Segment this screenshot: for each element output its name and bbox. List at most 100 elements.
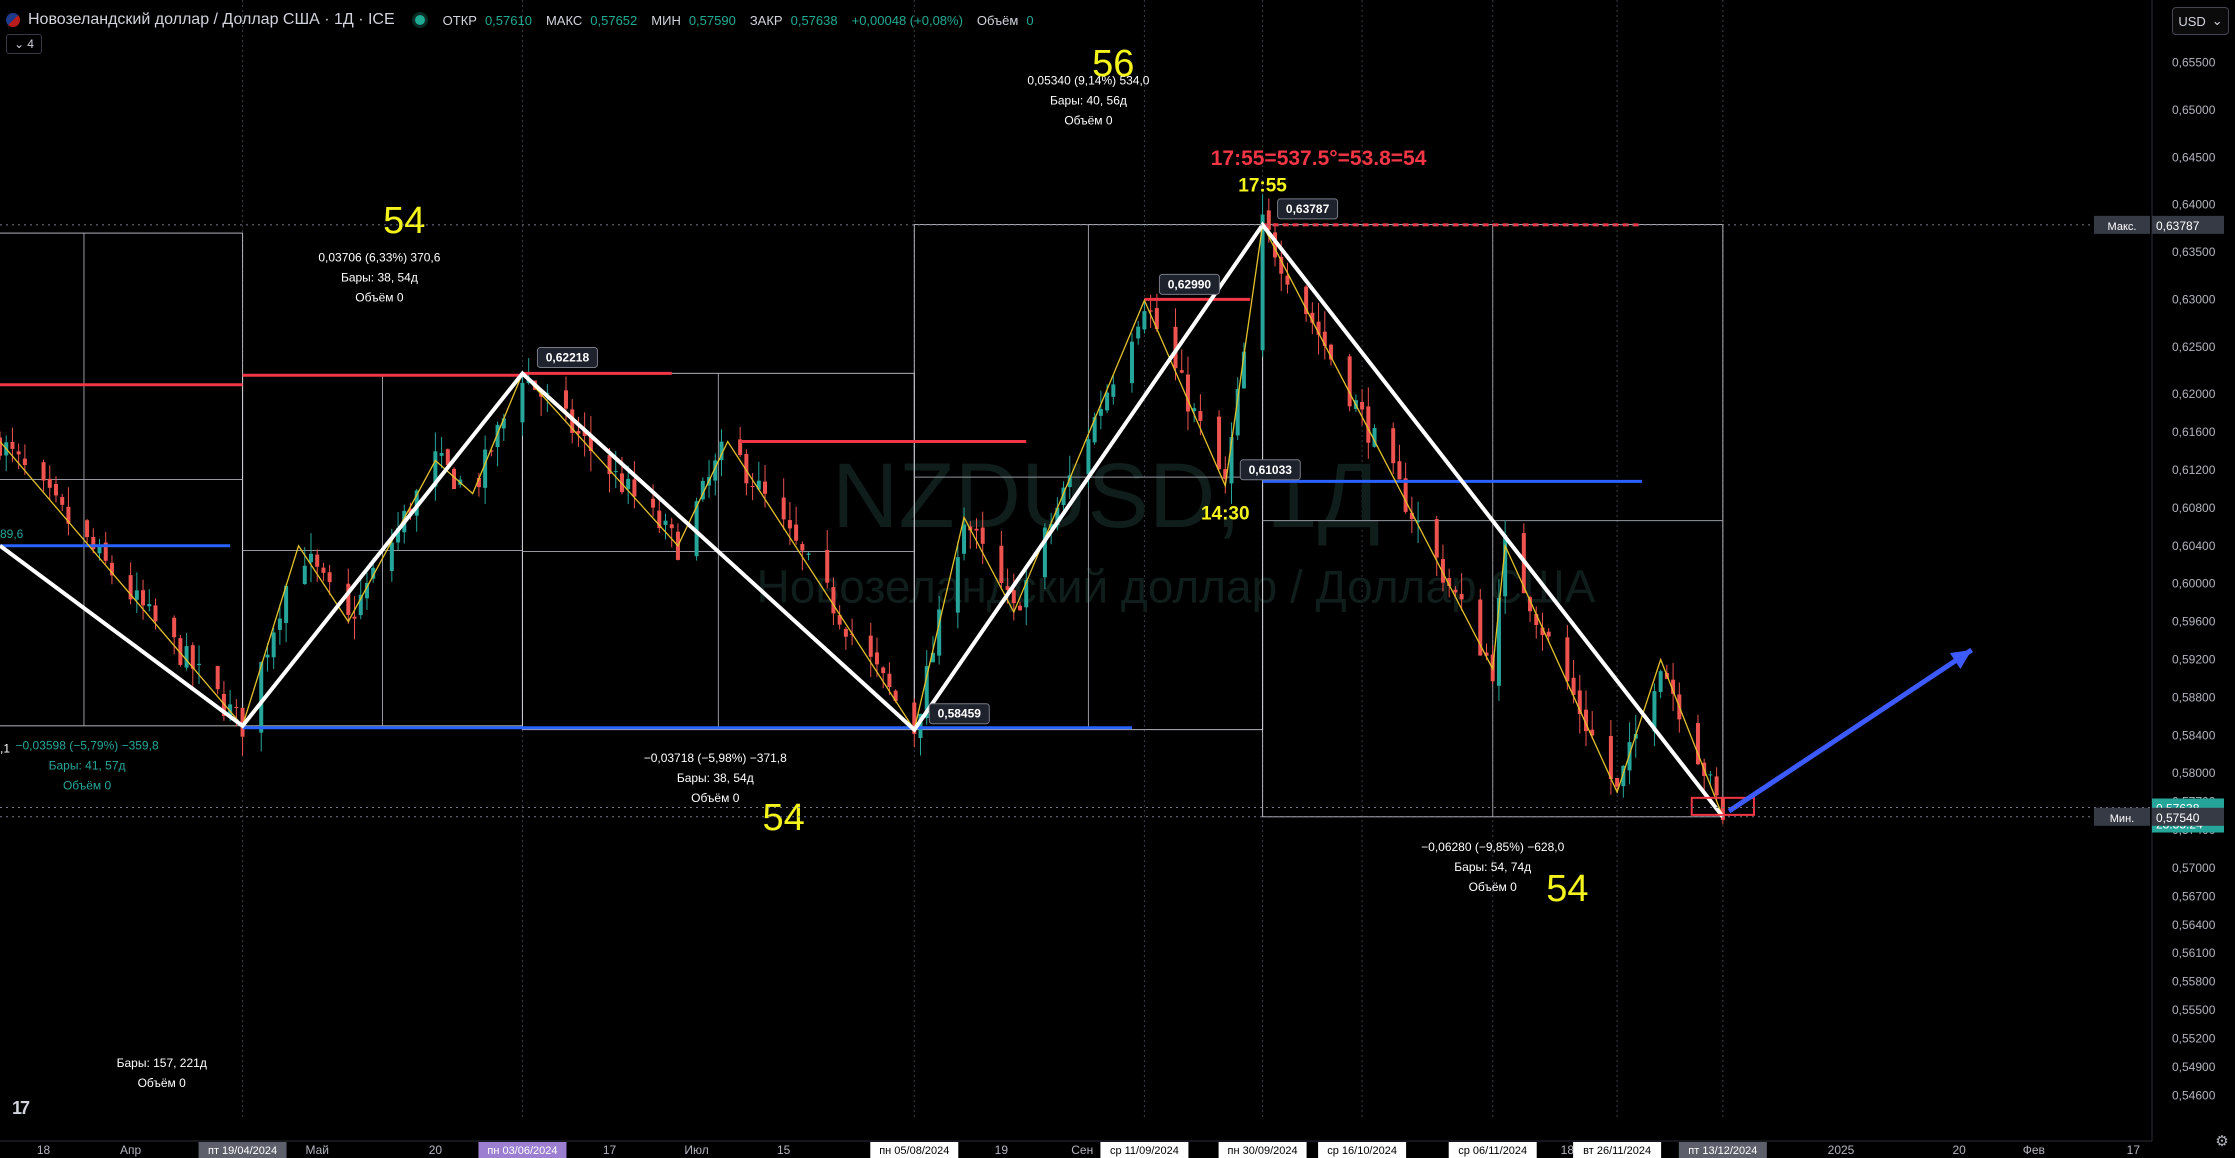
candle-body xyxy=(1397,461,1402,480)
measure-stat-text: Объём 0 xyxy=(355,291,404,305)
y-tick-label: 0,63000 xyxy=(2172,292,2216,306)
pivot-label: 0,58459 xyxy=(938,707,982,721)
date-highlight-label: пн 30/09/2024 xyxy=(1228,1145,1298,1157)
indicators-toggle[interactable]: ⌄ 4 xyxy=(6,34,42,54)
candle xyxy=(128,562,133,605)
candle xyxy=(364,572,369,610)
y-tick-label: 0,64000 xyxy=(2172,198,2216,212)
candle-body xyxy=(134,590,139,600)
candle-body xyxy=(955,557,960,613)
measure-stat-text: Объём 0 xyxy=(1469,880,1518,894)
candle xyxy=(1403,462,1408,514)
candle-body xyxy=(1198,411,1203,421)
candle-body xyxy=(153,605,158,622)
y-tick-label: 0,54900 xyxy=(2172,1060,2216,1074)
x-tick-label: 15 xyxy=(777,1143,791,1157)
candle xyxy=(1142,302,1147,334)
candle-body xyxy=(1708,774,1713,776)
candle-body xyxy=(22,458,27,466)
candle xyxy=(1391,422,1396,475)
candle-body xyxy=(825,549,830,583)
measure-stat-text: Объём 0 xyxy=(63,779,112,793)
candle xyxy=(825,530,830,589)
candle-body xyxy=(1136,326,1141,339)
candle-body xyxy=(1360,401,1365,410)
y-tick-label: 0,58800 xyxy=(2172,690,2216,704)
candle-body xyxy=(1179,370,1184,373)
candle xyxy=(794,506,799,545)
tradingview-logo[interactable]: 17 xyxy=(12,1098,30,1119)
y-tick-label: 0,59600 xyxy=(2172,615,2216,629)
candle-body xyxy=(1347,356,1352,407)
y-tick-label: 0,60400 xyxy=(2172,539,2216,553)
x-tick-label: Июл xyxy=(684,1143,708,1157)
candle xyxy=(1658,669,1663,699)
projection-arrow-line xyxy=(1727,647,1974,814)
candle-body xyxy=(881,667,886,674)
candle-body xyxy=(483,449,488,488)
y-tick-label: 0,58400 xyxy=(2172,728,2216,742)
candle xyxy=(483,435,488,504)
candle-body xyxy=(1018,605,1023,611)
candle-body xyxy=(147,603,152,607)
indicators-count: 4 xyxy=(27,37,34,51)
candle xyxy=(352,596,357,640)
candle-body xyxy=(651,498,656,508)
candle-body xyxy=(308,553,313,563)
close-label: ЗАКР xyxy=(749,12,783,28)
candle xyxy=(1608,719,1613,795)
candle-body xyxy=(1129,341,1134,384)
measure-stat-text: Бары: 38, 54д xyxy=(341,271,418,285)
candle-body xyxy=(215,665,220,690)
candle xyxy=(271,628,276,670)
candle xyxy=(1098,390,1103,430)
candle xyxy=(197,645,202,684)
candle xyxy=(713,453,718,496)
candle xyxy=(439,437,444,469)
candle xyxy=(1577,674,1582,734)
measure-stat-text: Объём 0 xyxy=(691,791,740,805)
candle xyxy=(60,493,65,512)
candle xyxy=(4,435,9,472)
candle-body xyxy=(1266,210,1271,230)
candle xyxy=(47,465,52,500)
candle-body xyxy=(321,567,326,573)
gear-icon[interactable]: ⚙ xyxy=(2212,1132,2232,1152)
candle-body xyxy=(302,565,307,585)
candle-body xyxy=(1565,637,1570,682)
candle-body xyxy=(520,382,525,423)
candle-body xyxy=(563,390,568,409)
market-status-icon[interactable] xyxy=(414,15,425,25)
price-chart[interactable]: NZDUSD, 1ДНовозеландский доллар / Доллар… xyxy=(0,0,2235,1158)
candle-body xyxy=(1098,409,1103,416)
currency-button[interactable]: USD ⌄ xyxy=(2172,7,2229,35)
candle-body xyxy=(389,542,394,572)
x-tick-label: 17 xyxy=(2127,1143,2141,1157)
candle-body xyxy=(794,524,799,541)
measure-stat-text: 0,03706 (6,33%) 370,6 xyxy=(318,251,440,265)
price-label-value: 0,57540 xyxy=(2156,811,2200,825)
candle-body xyxy=(999,545,1004,583)
candle-body xyxy=(439,452,444,456)
candle-body xyxy=(1608,736,1613,780)
symbol-title[interactable]: Новозеландский доллар / Доллар США · 1Д … xyxy=(28,11,395,29)
y-tick-label: 0,56100 xyxy=(2172,946,2216,960)
candle-body xyxy=(197,663,202,666)
candle-body xyxy=(10,441,15,449)
candle-body xyxy=(868,635,873,657)
candle-body xyxy=(669,524,674,529)
pivot-label: 0,63787 xyxy=(1286,202,1330,216)
candle-body xyxy=(1714,776,1719,796)
high-label: МАКС xyxy=(545,12,583,28)
chevron-down-icon: ⌄ xyxy=(14,37,25,51)
open-label: ОТКР xyxy=(442,12,477,28)
candle xyxy=(66,487,71,536)
candle xyxy=(41,459,46,492)
candle xyxy=(1260,194,1265,357)
pivot-label: 0,62218 xyxy=(546,351,590,365)
y-tick-label: 0,55800 xyxy=(2172,975,2216,989)
candle-body xyxy=(874,652,879,665)
candle-body xyxy=(1366,406,1371,443)
candle-body xyxy=(663,520,668,526)
candle xyxy=(147,589,152,612)
